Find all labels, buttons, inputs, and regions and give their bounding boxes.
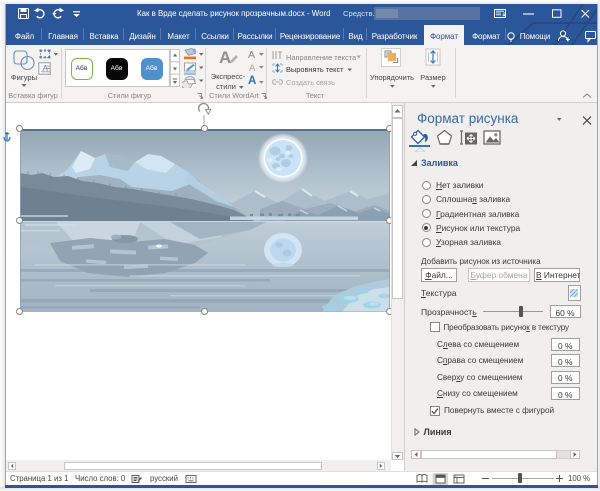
svg-text:А: А — [219, 48, 231, 67]
